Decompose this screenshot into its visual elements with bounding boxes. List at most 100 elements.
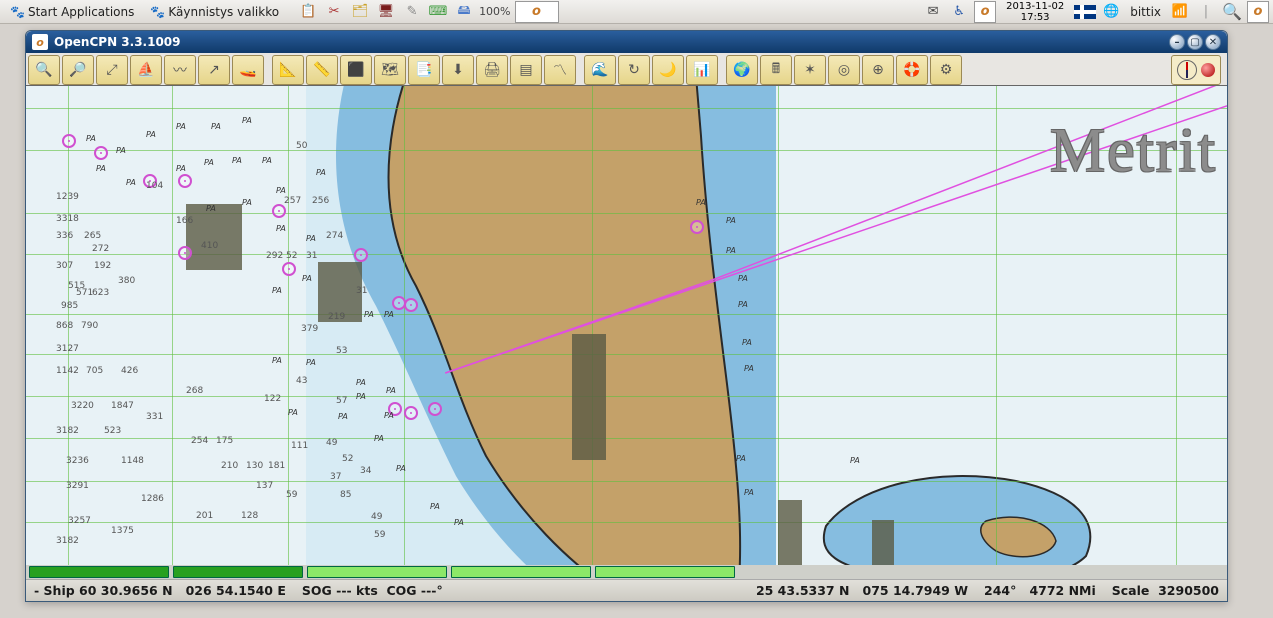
depth-sounding: 59 bbox=[286, 490, 297, 500]
currents-button[interactable]: ↻ bbox=[618, 55, 650, 85]
own-ship-button[interactable]: ⛵ bbox=[130, 55, 162, 85]
depth-sounding: 31 bbox=[356, 286, 367, 296]
pa-label: PA bbox=[744, 364, 754, 373]
pa-label: PA bbox=[242, 198, 252, 207]
depth-sounding: 380 bbox=[118, 276, 135, 286]
chart-selector-bar[interactable] bbox=[26, 565, 1227, 579]
waypoint-marker[interactable] bbox=[94, 146, 108, 160]
system-taskbar: 🐾 Start Applications 🐾 Käynnistys valikk… bbox=[0, 0, 1273, 24]
waypoint-marker[interactable] bbox=[404, 406, 418, 420]
pa-label: PA bbox=[288, 408, 298, 417]
username-label: bittix bbox=[1126, 5, 1165, 19]
editor-icon[interactable]: ✎ bbox=[401, 1, 423, 23]
waypoint-marker[interactable] bbox=[282, 262, 296, 276]
close-button[interactable]: ✕ bbox=[1205, 34, 1221, 50]
chart-canvas[interactable]: 1239331833626530719251598586879031271142… bbox=[26, 85, 1227, 565]
sat-button[interactable]: 🛟 bbox=[896, 55, 928, 85]
waypoint-marker[interactable] bbox=[404, 298, 418, 312]
flag-fi-icon[interactable] bbox=[1074, 5, 1096, 19]
waypoint-marker[interactable] bbox=[178, 174, 192, 188]
route-button[interactable]: ↗ bbox=[198, 55, 230, 85]
chart-segment[interactable] bbox=[451, 566, 591, 578]
chart-segment[interactable] bbox=[29, 566, 169, 578]
zoom-out-button[interactable]: 🔎 bbox=[62, 55, 94, 85]
pa-label: PA bbox=[386, 386, 396, 395]
grid-vertical bbox=[996, 86, 997, 565]
chart-segment[interactable] bbox=[173, 566, 303, 578]
text-button[interactable]: 〽 bbox=[544, 55, 576, 85]
depth-sounding: 3318 bbox=[56, 214, 79, 224]
waypoint-marker[interactable] bbox=[428, 402, 442, 416]
pa-label: PA bbox=[384, 310, 394, 319]
waypoint-marker[interactable] bbox=[354, 248, 368, 262]
pa-label: PA bbox=[396, 464, 406, 473]
depth-sounding: 292 bbox=[266, 251, 283, 261]
accessibility-icon[interactable]: ♿ bbox=[948, 1, 970, 23]
depth-sounding: 59 bbox=[374, 530, 385, 540]
cursor-position: 25 43.5337 N 075 14.7949 W bbox=[756, 583, 968, 598]
boat-button[interactable]: 🚤 bbox=[232, 55, 264, 85]
scale: Scale 3290500 bbox=[1112, 583, 1219, 598]
depth-sounding: 265 bbox=[84, 231, 101, 241]
depth-sounding: 623 bbox=[92, 288, 109, 298]
depth-sounding: 111 bbox=[291, 441, 308, 451]
chart-north-button[interactable]: ⬛ bbox=[340, 55, 372, 85]
pa-label: PA bbox=[738, 274, 748, 283]
compass-widget[interactable] bbox=[1171, 55, 1221, 85]
chart-segment[interactable] bbox=[307, 566, 447, 578]
wifi-icon[interactable]: 📶 bbox=[1169, 1, 1191, 23]
ruler-button[interactable]: 📏 bbox=[306, 55, 338, 85]
pa-label: PA bbox=[356, 378, 366, 387]
zoom-in-button[interactable]: 🔍 bbox=[28, 55, 60, 85]
compass-rose-icon bbox=[1177, 60, 1197, 80]
pa-label: PA bbox=[146, 130, 156, 139]
print-button[interactable]: 🖨 bbox=[476, 55, 508, 85]
depth-sounding: 705 bbox=[86, 366, 103, 376]
plugin-a-button[interactable]: ✶ bbox=[794, 55, 826, 85]
opencpn-tray2-icon[interactable]: o bbox=[1247, 1, 1269, 23]
mail-icon[interactable]: ✉ bbox=[922, 1, 944, 23]
waypoint-marker[interactable] bbox=[178, 246, 192, 260]
world-button[interactable]: 🌍 bbox=[726, 55, 758, 85]
compass-button[interactable]: 📐 bbox=[272, 55, 304, 85]
pa-label: PA bbox=[736, 454, 746, 463]
maximize-button[interactable]: ▢ bbox=[1187, 34, 1203, 50]
opencpn-tray-icon[interactable]: o bbox=[974, 1, 996, 23]
night-button[interactable]: 🌙 bbox=[652, 55, 684, 85]
chart-info-button[interactable]: 🗺 bbox=[374, 55, 406, 85]
files-icon[interactable]: 🗂 bbox=[349, 1, 371, 23]
pa-label: PA bbox=[206, 204, 216, 213]
notes-icon[interactable]: 📋 bbox=[297, 1, 319, 23]
minimize-button[interactable]: – bbox=[1169, 34, 1185, 50]
waypoint-marker[interactable] bbox=[690, 220, 704, 234]
track-button[interactable]: 〰 bbox=[164, 55, 196, 85]
layers-button[interactable]: 📑 bbox=[408, 55, 440, 85]
chart-manager-button[interactable]: 📊 bbox=[686, 55, 718, 85]
window-titlebar[interactable]: o OpenCPN 3.3.1009 – ▢ ✕ bbox=[26, 31, 1227, 53]
disk-icon[interactable]: 🖴 bbox=[453, 1, 475, 23]
chart-segment[interactable] bbox=[595, 566, 735, 578]
clock[interactable]: 2013-11-02 17:53 bbox=[1000, 1, 1070, 23]
opencpn-task-icon[interactable]: o bbox=[515, 1, 559, 23]
tides-button[interactable]: 🌊 bbox=[584, 55, 616, 85]
depth-sounding: 426 bbox=[121, 366, 138, 376]
radar-button[interactable]: ◎ bbox=[828, 55, 860, 85]
search-icon[interactable]: 🔍 bbox=[1221, 1, 1243, 23]
ais-button[interactable]: ▤ bbox=[510, 55, 542, 85]
depth-sounding: 31 bbox=[306, 251, 317, 261]
waypoint-marker[interactable] bbox=[62, 134, 76, 148]
calc-button[interactable]: 🖩 bbox=[760, 55, 792, 85]
globe-icon[interactable]: 🌐 bbox=[1100, 1, 1122, 23]
download-button[interactable]: ⬇ bbox=[442, 55, 474, 85]
start-menu-fi[interactable]: 🐾 Käynnistys valikko bbox=[144, 3, 285, 21]
terminal-icon[interactable]: 🖥 bbox=[375, 1, 397, 23]
waypoint-marker[interactable] bbox=[272, 204, 286, 218]
chat-icon[interactable]: ⌨ bbox=[427, 1, 449, 23]
scissors-icon[interactable]: ✂ bbox=[323, 1, 345, 23]
scale-chart-button[interactable]: ⤢ bbox=[96, 55, 128, 85]
help-button[interactable]: ⚙ bbox=[930, 55, 962, 85]
start-applications-menu[interactable]: 🐾 Start Applications bbox=[4, 3, 140, 21]
depth-sounding: 3257 bbox=[68, 516, 91, 526]
wmm-button[interactable]: ⊕ bbox=[862, 55, 894, 85]
pa-label: PA bbox=[211, 122, 221, 131]
